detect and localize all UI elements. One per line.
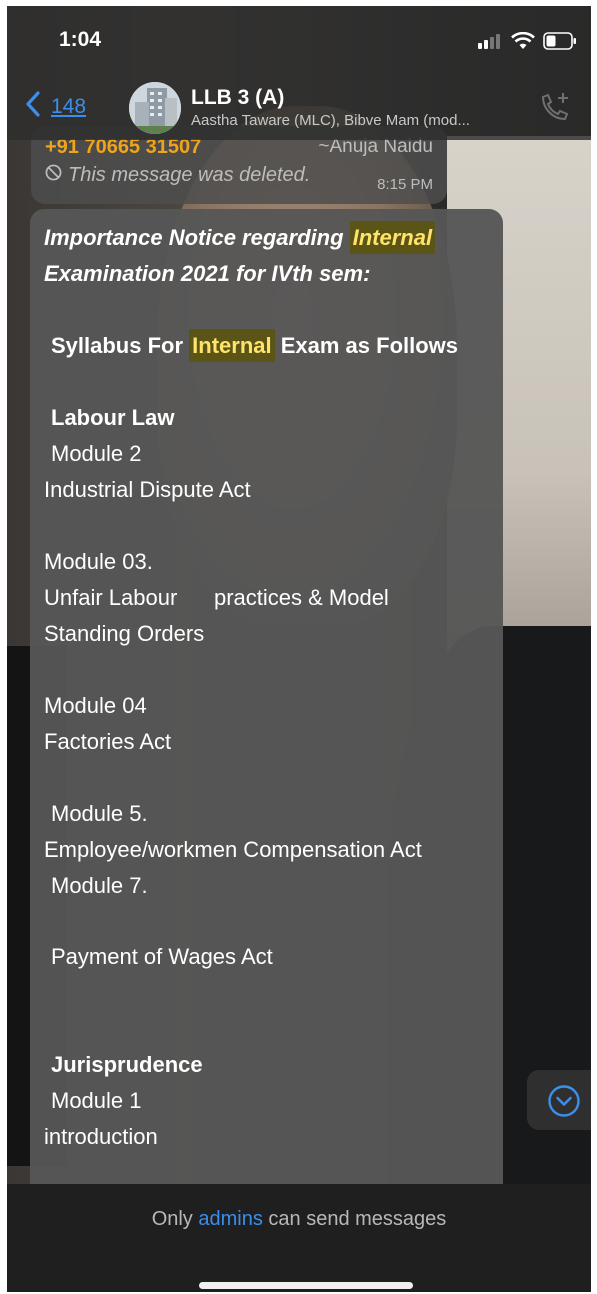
deleted-label: This message was deleted. <box>68 164 311 186</box>
notice-title-line-2: Examination 2021 for IVth sem: <box>44 261 371 286</box>
composer-area: Only admins can send messages <box>7 1184 591 1292</box>
module-description: Factories Act <box>44 729 172 754</box>
module-label: Module 04 <box>44 693 147 718</box>
module-label: Module 03. <box>44 549 153 574</box>
module-label: Module 2 <box>51 441 142 466</box>
module-label: Module 1 <box>51 1088 142 1113</box>
subject-jurisprudence: Jurisprudence <box>51 1052 203 1077</box>
blocked-icon <box>45 164 62 187</box>
battery-icon <box>543 32 577 55</box>
module-description: Payment of Wages Act <box>51 944 273 969</box>
module-description: introduction <box>44 1124 158 1149</box>
notice-message-bubble[interactable]: Importance Notice regarding Internal Exa… <box>30 209 503 1209</box>
add-call-icon[interactable] <box>537 90 571 129</box>
participants-list[interactable]: Aastha Taware (MLC), Bibve Mam (mod... <box>191 112 527 129</box>
group-avatar[interactable] <box>129 82 181 134</box>
syllabus-heading: Syllabus For Internal Exam as Follows <box>51 329 458 362</box>
search-highlight: Internal <box>349 221 436 254</box>
wifi-icon <box>511 31 535 55</box>
module-description: Industrial Dispute Act <box>44 477 251 502</box>
home-indicator[interactable] <box>199 1282 413 1289</box>
chat-header: 1:04 148 LLB 3 (A) Aastha Taware (MLC), … <box>7 6 591 140</box>
admin-only-notice: Only admins can send messages <box>151 1208 447 1230</box>
message-time: 8:15 PM <box>377 176 433 193</box>
status-icons <box>477 31 577 55</box>
subject-labour-law: Labour Law <box>51 405 175 430</box>
module-description: Standing Orders <box>44 621 205 646</box>
admins-link[interactable]: admins <box>198 1208 262 1230</box>
search-highlight: Internal <box>189 329 275 362</box>
back-button[interactable]: 148 <box>25 90 86 123</box>
chat-screen: +91 70665 31507 ~Anuja Naidu This messag… <box>7 6 591 1292</box>
signal-icon <box>477 33 503 54</box>
chat-title[interactable]: LLB 3 (A) <box>191 86 284 110</box>
status-time: 1:04 <box>59 28 102 51</box>
unread-count: 148 <box>51 94 87 118</box>
module-description: Employee/workmen Compensation Act <box>44 837 422 862</box>
deleted-text: This message was deleted. <box>45 164 310 187</box>
back-chevron-icon <box>25 90 41 123</box>
chevron-down-icon <box>547 1084 581 1123</box>
notice-title-line-1: Importance Notice regarding Internal <box>44 221 436 254</box>
scroll-to-bottom-button[interactable] <box>527 1070 591 1130</box>
module-description: Unfair Labour practices & Model <box>44 585 389 610</box>
module-label: Module 5. <box>51 801 148 826</box>
module-label: Module 7. <box>51 873 148 898</box>
